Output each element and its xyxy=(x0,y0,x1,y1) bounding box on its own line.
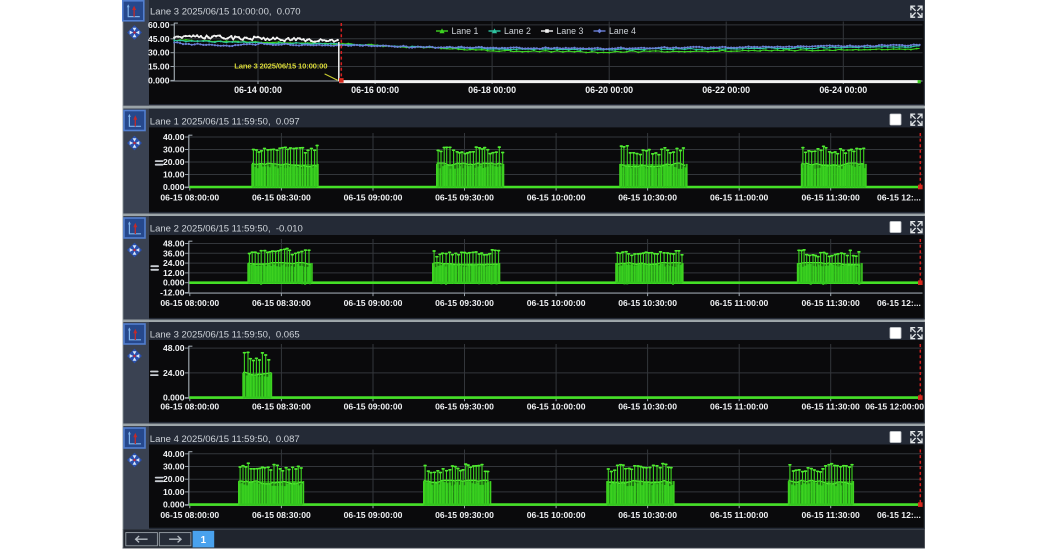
svg-text:06-15 10:00:00: 06-15 10:00:00 xyxy=(527,510,586,520)
svg-text:20.00: 20.00 xyxy=(163,157,185,167)
svg-text:06-20 00:00: 06-20 00:00 xyxy=(585,85,633,95)
svg-text:06-15 09:30:00: 06-15 09:30:00 xyxy=(435,402,494,412)
svg-text:Lane 2 2025/06/15 11:59:50, -: Lane 2 2025/06/15 11:59:50, -0.010 xyxy=(150,224,303,235)
svg-text:06-15 10:30:00: 06-15 10:30:00 xyxy=(618,402,677,412)
svg-text:Lane 3 2025/06/15 11:59:50, 0: Lane 3 2025/06/15 11:59:50, 0.065 xyxy=(150,330,300,341)
svg-text:06-15 10:30:00: 06-15 10:30:00 xyxy=(618,298,677,308)
svg-text:Lane 3 2025/06/15 10:00:00: Lane 3 2025/06/15 10:00:00 xyxy=(234,61,327,70)
svg-text:06-15 09:30:00: 06-15 09:30:00 xyxy=(435,298,494,308)
svg-text:06-15 09:00:00: 06-15 09:00:00 xyxy=(344,298,403,308)
svg-text:Lane 2: Lane 2 xyxy=(504,26,531,36)
svg-text:06-22 00:00: 06-22 00:00 xyxy=(702,85,750,95)
svg-text:06-15 12:00:00: 06-15 12:00:00 xyxy=(865,402,924,412)
svg-text:30.00: 30.00 xyxy=(163,145,185,155)
svg-text:06-15 12:...: 06-15 12:... xyxy=(877,510,921,520)
svg-text:06-15 08:00:00: 06-15 08:00:00 xyxy=(160,510,219,520)
svg-text:06-15 11:00:00: 06-15 11:00:00 xyxy=(710,298,769,308)
svg-text:0.000: 0.000 xyxy=(163,500,185,510)
svg-text:12.00: 12.00 xyxy=(163,268,185,278)
svg-text:06-15 09:30:00: 06-15 09:30:00 xyxy=(435,510,494,520)
svg-text:06-15 11:30:00: 06-15 11:30:00 xyxy=(802,510,861,520)
svg-text:15.00: 15.00 xyxy=(148,62,170,72)
svg-text:06-15 11:30:00: 06-15 11:30:00 xyxy=(802,402,861,412)
svg-text:20.00: 20.00 xyxy=(163,474,185,484)
svg-text:40.00: 40.00 xyxy=(163,449,185,459)
svg-text:06-15 11:00:00: 06-15 11:00:00 xyxy=(710,192,769,202)
svg-text:06-15 09:30:00: 06-15 09:30:00 xyxy=(435,192,494,202)
svg-text:06-15 11:00:00: 06-15 11:00:00 xyxy=(710,510,769,520)
svg-text:Lane 1: Lane 1 xyxy=(452,26,479,36)
svg-text:Lane 4 2025/06/15 11:59:50, 0: Lane 4 2025/06/15 11:59:50, 0.087 xyxy=(150,434,300,445)
svg-text:0.000: 0.000 xyxy=(163,182,185,192)
svg-text:06-15 12:...: 06-15 12:... xyxy=(877,298,921,308)
svg-text:06-15 10:00:00: 06-15 10:00:00 xyxy=(527,402,586,412)
svg-text:06-15 09:00:00: 06-15 09:00:00 xyxy=(344,510,403,520)
svg-text:06-15 08:00:00: 06-15 08:00:00 xyxy=(160,298,219,308)
svg-text:06-15 08:00:00: 06-15 08:00:00 xyxy=(160,402,219,412)
svg-text:30.00: 30.00 xyxy=(148,48,170,58)
svg-text:06-15 10:30:00: 06-15 10:30:00 xyxy=(618,192,677,202)
svg-text:06-15 08:30:00: 06-15 08:30:00 xyxy=(252,192,311,202)
svg-text:06-15 08:00:00: 06-15 08:00:00 xyxy=(160,192,219,202)
svg-text:10.00: 10.00 xyxy=(163,170,185,180)
svg-text:1: 1 xyxy=(201,535,207,546)
svg-text:Lane 4: Lane 4 xyxy=(609,26,636,36)
svg-text:24.00: 24.00 xyxy=(163,368,185,378)
svg-text:06-15 11:30:00: 06-15 11:30:00 xyxy=(802,192,861,202)
svg-text:06-15 12:...: 06-15 12:... xyxy=(877,192,921,202)
svg-text:24.00: 24.00 xyxy=(163,258,185,268)
svg-text:06-15 08:30:00: 06-15 08:30:00 xyxy=(252,510,311,520)
svg-text:48.00: 48.00 xyxy=(163,343,185,353)
svg-text:0.000: 0.000 xyxy=(163,278,185,288)
svg-text:45.00: 45.00 xyxy=(148,34,170,44)
svg-text:60.00: 60.00 xyxy=(148,20,170,30)
svg-text:06-15 11:00:00: 06-15 11:00:00 xyxy=(710,402,769,412)
svg-text:36.00: 36.00 xyxy=(163,248,185,258)
svg-text:06-15 10:00:00: 06-15 10:00:00 xyxy=(527,298,586,308)
svg-text:06-16 00:00: 06-16 00:00 xyxy=(351,85,399,95)
svg-text:10.00: 10.00 xyxy=(163,487,185,497)
svg-text:Lane 3: Lane 3 xyxy=(557,26,584,36)
svg-text:40.00: 40.00 xyxy=(163,132,185,142)
svg-text:-12.00: -12.00 xyxy=(160,288,185,298)
svg-text:06-18 00:00: 06-18 00:00 xyxy=(468,85,516,95)
svg-text:06-15 08:30:00: 06-15 08:30:00 xyxy=(252,402,311,412)
svg-text:Lane 1 2025/06/15 11:59:50, 0: Lane 1 2025/06/15 11:59:50, 0.097 xyxy=(150,117,300,128)
svg-text:06-15 09:00:00: 06-15 09:00:00 xyxy=(344,192,403,202)
svg-text:06-15 10:00:00: 06-15 10:00:00 xyxy=(527,192,586,202)
svg-text:06-14 00:00: 06-14 00:00 xyxy=(234,85,282,95)
svg-text:06-15 10:30:00: 06-15 10:30:00 xyxy=(618,510,677,520)
svg-text:48.00: 48.00 xyxy=(163,239,185,249)
svg-text:06-15 11:30:00: 06-15 11:30:00 xyxy=(802,298,861,308)
svg-text:06-15 09:00:00: 06-15 09:00:00 xyxy=(344,402,403,412)
svg-text:06-15 08:30:00: 06-15 08:30:00 xyxy=(252,298,311,308)
svg-text:0.000: 0.000 xyxy=(148,75,170,85)
svg-text:30.00: 30.00 xyxy=(163,462,185,472)
svg-text:06-24 00:00: 06-24 00:00 xyxy=(819,85,867,95)
svg-text:Lane 3 2025/06/15 10:00:00, 0: Lane 3 2025/06/15 10:00:00, 0.070 xyxy=(150,7,301,18)
